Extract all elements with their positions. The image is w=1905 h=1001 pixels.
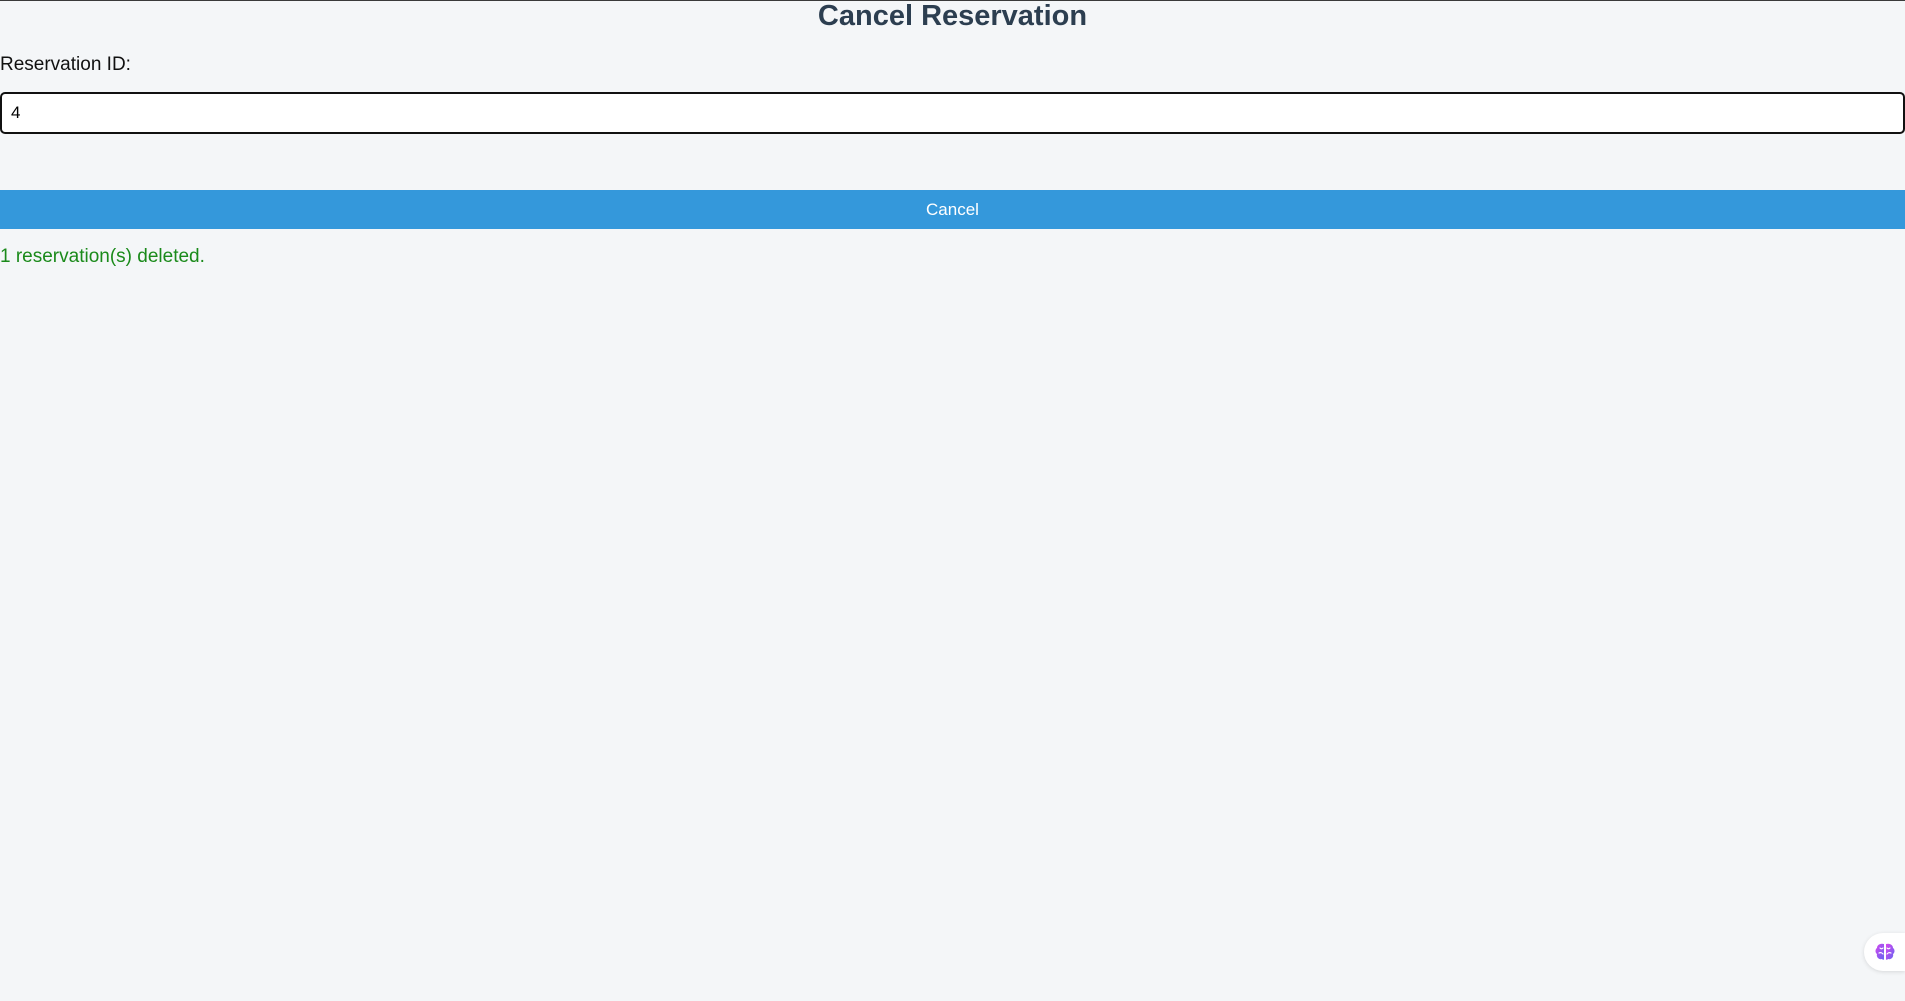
page-title: Cancel Reservation bbox=[817, 0, 1088, 32]
assistant-widget-button[interactable] bbox=[1864, 933, 1905, 971]
reservation-id-label: Reservation ID: bbox=[0, 54, 131, 75]
status-message: 1 reservation(s) deleted. bbox=[0, 246, 205, 267]
cancel-reservation-page: Cancel Reservation Reservation ID: Cance… bbox=[0, 0, 1905, 1001]
cancel-button[interactable]: Cancel bbox=[0, 190, 1905, 229]
brain-icon bbox=[1874, 942, 1896, 962]
reservation-id-input[interactable] bbox=[0, 92, 1905, 134]
